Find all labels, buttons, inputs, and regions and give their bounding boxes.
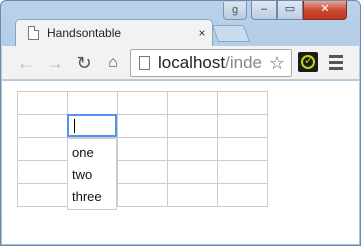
extension-check-icon: ✓ [304, 55, 314, 67]
new-tab-button[interactable] [211, 25, 251, 42]
grid-row [17, 183, 268, 207]
browser-window: g ‒ ▭ ✕ Handsontable × ← → ↻ ⌂ localhost… [0, 0, 361, 246]
window-caption-buttons: ‒ ▭ ✕ [251, 1, 347, 20]
grid-cell[interactable] [217, 91, 268, 115]
grid-cell[interactable] [117, 114, 168, 138]
grid-cell[interactable] [17, 160, 68, 184]
home-icon[interactable]: ⌂ [101, 51, 125, 75]
grid-cell[interactable] [217, 137, 268, 161]
tab-close-icon[interactable]: × [192, 26, 212, 40]
grid-cell[interactable] [117, 183, 168, 207]
grid-cell[interactable] [67, 91, 118, 115]
user-profile-button[interactable]: g [223, 2, 247, 20]
browser-toolbar: ← → ↻ ⌂ localhost/inde ☆ ✓ [2, 46, 359, 80]
grid-cell[interactable] [17, 91, 68, 115]
grid-cell[interactable] [217, 183, 268, 207]
grid-cell[interactable] [17, 183, 68, 207]
page-info-icon [139, 56, 150, 70]
grid-row [17, 160, 268, 184]
close-window-button[interactable]: ✕ [303, 1, 347, 20]
maximize-button[interactable]: ▭ [277, 1, 303, 20]
reload-icon[interactable]: ↻ [72, 51, 96, 75]
grid-cell[interactable] [167, 160, 218, 184]
extension-icon[interactable]: ✓ [298, 52, 318, 72]
grid-cell[interactable] [167, 114, 218, 138]
autocomplete-option[interactable]: three [68, 186, 116, 208]
minimize-button[interactable]: ‒ [251, 1, 277, 20]
handsontable-grid [17, 91, 268, 207]
grid-cell[interactable] [217, 160, 268, 184]
grid-cell[interactable] [167, 183, 218, 207]
star-icon[interactable]: ☆ [265, 52, 289, 74]
browser-tab[interactable]: Handsontable × [15, 19, 213, 46]
autocomplete-option[interactable]: one [68, 142, 116, 164]
autocomplete-option[interactable]: two [68, 164, 116, 186]
grid-cell[interactable] [167, 91, 218, 115]
address-bar[interactable]: localhost/inde ☆ [130, 49, 292, 77]
text-caret [74, 119, 75, 133]
back-arrow-icon[interactable]: ← [14, 51, 38, 75]
url-host: localhost [158, 53, 226, 72]
grid-row [17, 114, 268, 138]
page-viewport: one two three [2, 81, 359, 244]
hamburger-menu-icon[interactable] [329, 55, 343, 71]
grid-cell[interactable] [117, 137, 168, 161]
grid-row [17, 137, 268, 161]
grid-cell[interactable] [217, 114, 268, 138]
grid-cell[interactable] [17, 137, 68, 161]
grid-cell[interactable] [117, 91, 168, 115]
url-path: /inde [225, 53, 262, 72]
url-text: localhost/inde [158, 53, 262, 73]
grid-cell[interactable] [117, 160, 168, 184]
cell-editor-input[interactable] [67, 114, 117, 137]
forward-arrow-icon[interactable]: → [43, 51, 67, 75]
grid-cell[interactable] [17, 114, 68, 138]
page-icon [28, 26, 39, 40]
autocomplete-dropdown: one two three [67, 138, 117, 210]
tab-title: Handsontable [47, 26, 122, 40]
grid-cell[interactable] [167, 137, 218, 161]
grid-row [17, 91, 268, 115]
